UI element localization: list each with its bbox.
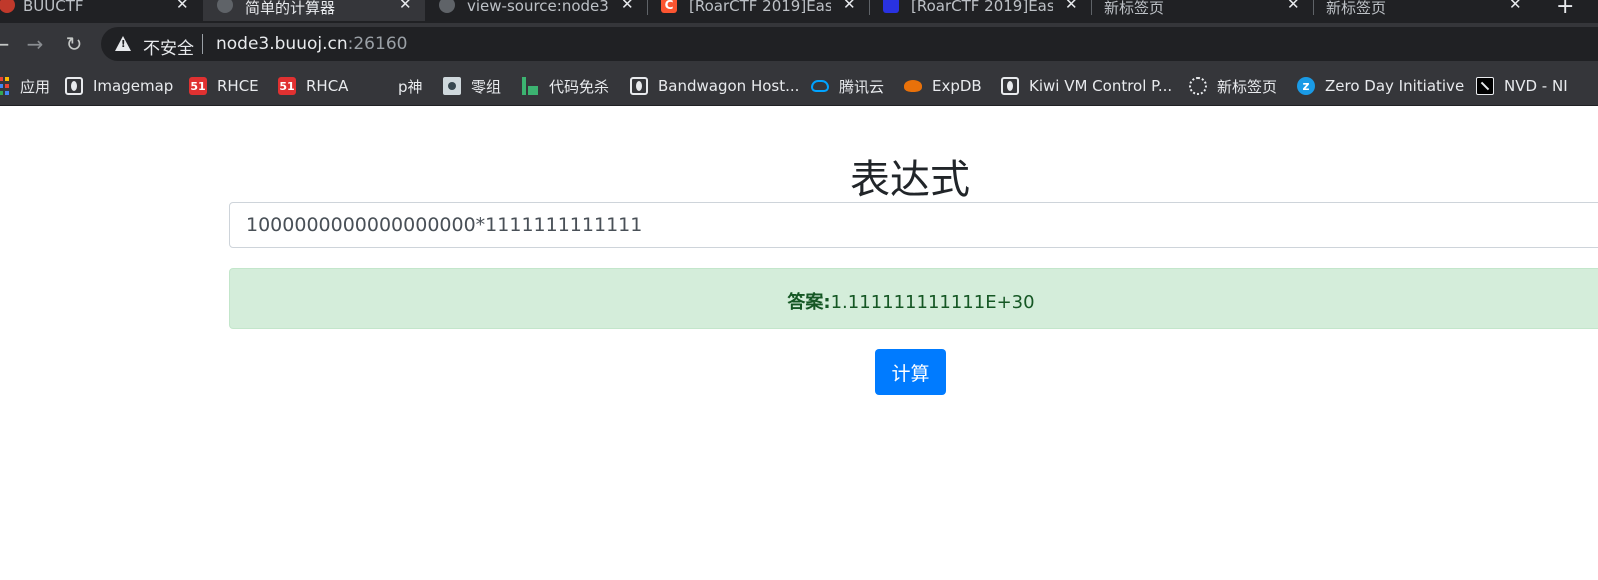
globe-icon [65,77,83,95]
bookmark-expdb[interactable]: ExpDB [904,75,982,97]
expression-input[interactable] [229,202,1598,248]
close-icon[interactable]: ✕ [843,0,856,13]
tab-view-source[interactable]: view-source:node3.b ✕ [425,0,647,21]
new-tab-button[interactable]: + [1556,0,1574,19]
bookmark-new-tab[interactable]: 新标签页 [1189,75,1277,97]
cloud-icon [811,80,829,92]
bookmark-label: 代码免杀 [549,77,610,96]
page-content: 表达式 答案:1.111111111111E+30 计算 [0,107,1598,580]
close-icon[interactable]: ✕ [1065,0,1078,13]
bookmark-zdi[interactable]: z Zero Day Initiative [1297,75,1464,97]
url-host: node3.buuoj.cn [216,34,348,54]
close-icon[interactable]: ✕ [621,0,634,13]
tab-title: 新标签页 [1104,0,1165,17]
globe-icon [217,0,233,13]
close-icon[interactable]: ✕ [399,0,412,13]
bookmark-rhca[interactable]: 51 RHCA [278,75,348,97]
tab-new-1[interactable]: 新标签页 ✕ [1091,0,1313,21]
answer-text: 答案:1.111111111111E+30 [230,288,1592,314]
globe-icon [439,0,455,13]
bookmark-label: 零组 [471,77,502,96]
tab-title: BUUCTF [23,0,84,15]
tab-calculator[interactable]: 简单的计算器 ✕ [203,0,425,21]
bookmark-label: NVD - NI [1504,77,1568,95]
url-port: :26160 [347,34,408,54]
bookmark-kiwi-vm[interactable]: Kiwi VM Control P... [1001,75,1172,97]
security-status[interactable]: 不安全 [143,34,194,59]
yuque-icon [521,77,539,95]
bookmark-label: RHCA [306,77,349,95]
globe-icon [630,77,648,95]
bookmark-label: 新标签页 [1217,77,1278,96]
bookmark-label: Imagemap [93,77,174,95]
globe-icon [1001,77,1019,95]
back-button[interactable]: ← [0,33,12,55]
bookmark-bandwagon[interactable]: Bandwagon Host... [630,75,799,97]
buuctf-icon [0,0,15,13]
bookmark-tencent-cloud[interactable]: 腾讯云 [811,75,884,97]
close-icon[interactable]: ✕ [1287,0,1300,13]
51cto-icon: 51 [189,77,207,95]
close-icon[interactable]: ✕ [1509,0,1522,13]
tab-buuctf[interactable]: BUUCTF ✕ [0,0,200,21]
bookmark-label: ExpDB [932,77,982,95]
tab-title: 简单的计算器 [245,0,336,17]
address-bar[interactable]: 不安全 node3.buuoj.cn:26160 [101,27,1598,61]
51cto-icon: 51 [278,77,296,95]
bookmark-label: 腾讯云 [839,77,885,96]
bookmark-imagemap[interactable]: Imagemap [65,75,173,97]
browser-toolbar: ← → ↻ 不安全 node3.buuoj.cn:26160 [0,23,1598,66]
tab-strip: BUUCTF ✕ 简单的计算器 ✕ view-source:node3.b ✕ … [0,0,1598,23]
bookmark-pshen[interactable]: p神 [398,75,423,97]
bookmark-label: Zero Day Initiative [1325,77,1465,95]
zdi-icon: z [1297,77,1315,95]
wiki-icon [443,77,461,95]
bookmark-nvd[interactable]: NVD - NI [1476,75,1568,97]
csdn-icon: C [661,0,677,13]
bookmark-linggroup[interactable]: 零组 [443,75,501,97]
bug-icon [904,80,922,92]
panda-icon [1189,77,1207,95]
bookmark-label: RHCE [217,77,259,95]
bookmark-label: Kiwi VM Control P... [1029,77,1173,95]
answer-alert: 答案:1.111111111111E+30 [229,268,1598,329]
bookmark-label: 应用 [20,77,51,96]
apps-grid-icon [0,77,10,95]
tab-roarctf-2[interactable]: [RoarCTF 2019]Easy ✕ [869,0,1091,21]
tab-title: view-source:node3.b [467,0,609,15]
bookmark-rhce[interactable]: 51 RHCE [189,75,259,97]
bookmark-code-bypass[interactable]: 代码免杀 [521,75,609,97]
warning-icon[interactable] [115,36,131,51]
tab-title: [RoarCTF 2019]Easy [911,0,1053,15]
tab-new-2[interactable]: 新标签页 ✕ [1313,0,1535,21]
page-title: 表达式 [850,157,970,203]
omnibox-divider [202,34,203,54]
bookmark-apps[interactable]: 应用 [0,75,50,97]
bookmark-label: Bandwagon Host... [658,77,800,95]
url-text[interactable]: node3.buuoj.cn:26160 [216,34,407,54]
calculate-button[interactable]: 计算 [875,349,946,395]
tab-roarctf-1[interactable]: C [RoarCTF 2019]Easy ✕ [647,0,869,21]
nvd-icon [1476,77,1494,95]
answer-label: 答案: [787,292,831,313]
baidu-icon [883,0,899,13]
tab-title: 新标签页 [1326,0,1387,17]
bookmarks-bar: 应用 Imagemap 51 RHCE 51 RHCA p神 零组 代码免杀 B… [0,66,1598,106]
answer-value: 1.111111111111E+30 [830,292,1035,313]
bookmark-label: p神 [398,77,423,96]
tab-title: [RoarCTF 2019]Easy [689,0,831,15]
reload-button[interactable]: ↻ [63,33,85,55]
close-icon[interactable]: ✕ [176,0,189,13]
forward-button[interactable]: → [24,33,46,55]
